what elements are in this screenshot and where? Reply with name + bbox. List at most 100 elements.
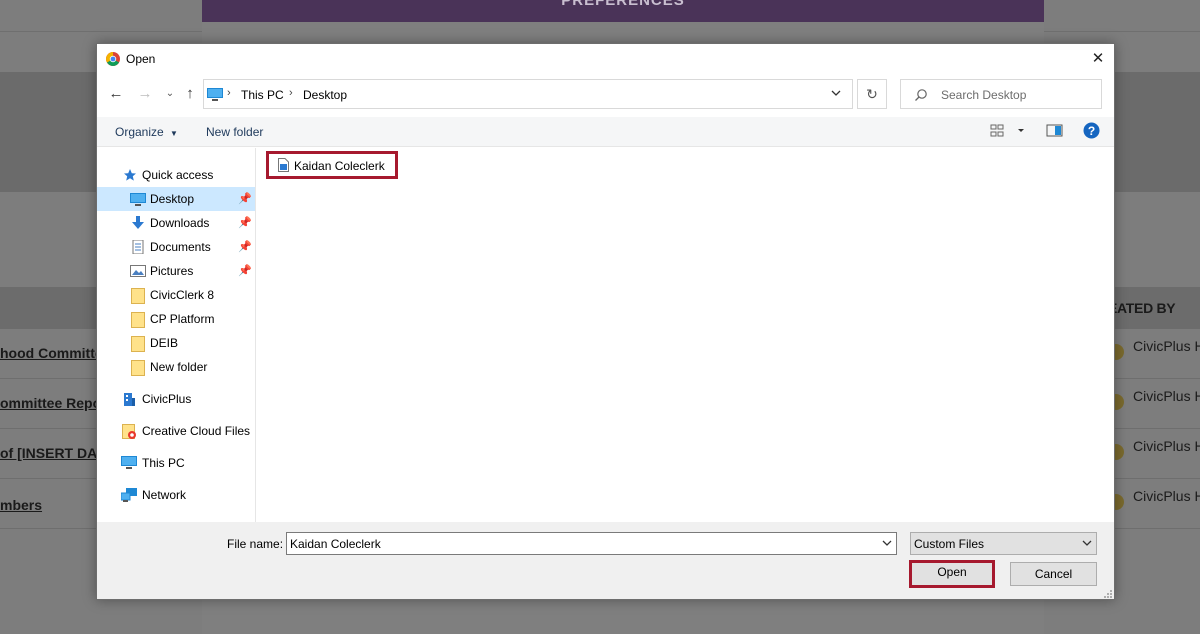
preview-pane-icon[interactable] (1046, 123, 1064, 142)
refresh-button[interactable]: ↻ (857, 79, 887, 109)
chevron-down-icon[interactable] (881, 537, 893, 549)
pin-icon: 📌 (238, 193, 252, 205)
file-name-value: Kaidan Coleclerk (290, 537, 381, 551)
chrome-icon (106, 52, 120, 66)
sidebar-item-network[interactable]: Network (97, 483, 255, 507)
sidebar-item-documents[interactable]: Documents 📌 (97, 235, 255, 259)
forward-button[interactable]: → (135, 84, 155, 104)
creative-cloud-icon (122, 424, 138, 439)
nav-label: CivicPlus (142, 392, 192, 406)
address-dropdown-icon[interactable] (830, 87, 844, 101)
help-icon[interactable]: ? (1083, 122, 1100, 142)
dialog-title: Open (126, 52, 156, 66)
pin-icon: 📌 (238, 241, 252, 253)
organize-button[interactable]: Organize ▼ (115, 125, 178, 139)
nav-label: Documents (150, 240, 211, 254)
navigation-bar: ← → ⌄ ↑ › This PC › Desktop ↻ Search Des… (97, 78, 1114, 110)
building-icon (123, 392, 139, 406)
file-list-pane: Kaidan Coleclerk (257, 148, 1114, 522)
sidebar-item-civicplus[interactable]: CivicPlus (97, 387, 255, 411)
this-pc-icon (121, 456, 137, 470)
bg-row-user: CivicPlus H (1133, 488, 1200, 504)
bg-row-user: CivicPlus H (1133, 388, 1200, 404)
star-icon (123, 168, 139, 182)
sidebar-item-civicclerk-8[interactable]: CivicClerk 8 (97, 283, 255, 307)
sidebar-item-cp-platform[interactable]: CP Platform (97, 307, 255, 331)
navigation-pane: Quick access Desktop 📌 Downloads 📌 Docum… (97, 148, 256, 522)
new-folder-button[interactable]: New folder (206, 125, 263, 139)
nav-label: New folder (150, 360, 208, 374)
sidebar-item-downloads[interactable]: Downloads 📌 (97, 211, 255, 235)
sidebar-item-pictures[interactable]: Pictures 📌 (97, 259, 255, 283)
refresh-icon: ↻ (866, 86, 878, 102)
network-icon (120, 488, 137, 502)
nav-label: Quick access (142, 168, 214, 182)
nav-label: Network (142, 488, 187, 502)
svg-text:?: ? (1088, 124, 1095, 138)
cancel-button[interactable]: Cancel (1010, 562, 1097, 586)
nav-label: Downloads (150, 216, 210, 230)
folder-icon (131, 312, 147, 328)
search-icon (914, 88, 928, 102)
breadcrumb-this-pc[interactable]: This PC (241, 88, 284, 102)
nav-label: DEIB (150, 336, 179, 350)
nav-label: This PC (142, 456, 185, 470)
close-icon: ✕ (1091, 50, 1105, 67)
file-type-value: Custom Files (914, 537, 985, 551)
pin-icon: 📌 (238, 265, 252, 277)
address-bar[interactable]: › This PC › Desktop (203, 79, 853, 109)
chevron-down-icon (1081, 537, 1093, 549)
search-placeholder: Search Desktop (941, 88, 1027, 102)
breadcrumb-desktop[interactable]: Desktop (303, 88, 347, 102)
sidebar-item-desktop[interactable]: Desktop 📌 (97, 187, 255, 211)
folder-icon (131, 360, 147, 376)
bg-row-user: CivicPlus H (1133, 438, 1200, 454)
breadcrumb-separator-icon: › (289, 87, 293, 99)
file-name-label: File name: (227, 537, 284, 551)
recent-locations-button[interactable]: ⌄ (160, 84, 180, 104)
sidebar-item-this-pc[interactable]: This PC (97, 451, 255, 475)
documents-icon (131, 239, 147, 255)
open-button[interactable]: Open (909, 560, 995, 588)
arrow-up-icon: ↑ (186, 85, 194, 102)
file-icon (278, 158, 289, 172)
nav-label: Pictures (150, 264, 194, 278)
nav-label: CP Platform (150, 312, 215, 326)
file-name-label: Kaidan Coleclerk (294, 159, 385, 173)
arrow-left-icon: ← (108, 85, 124, 102)
pictures-icon (130, 264, 146, 278)
bg-row-title: mbers (0, 497, 43, 513)
nav-quick-access[interactable]: Quick access (97, 163, 255, 187)
downloads-icon (130, 216, 146, 230)
bg-modal-title: PREFERENCES (561, 0, 685, 9)
file-type-select[interactable]: Custom Files (910, 532, 1097, 555)
resize-grip-icon[interactable] (1103, 588, 1113, 598)
caret-down-icon: ▼ (170, 129, 178, 138)
folder-icon (131, 336, 147, 352)
chevron-down-icon: ⌄ (165, 88, 175, 99)
desktop-icon (130, 192, 146, 206)
up-button[interactable]: ↑ (180, 84, 200, 104)
sidebar-item-creative-cloud[interactable]: Creative Cloud Files (97, 419, 255, 443)
folder-icon (131, 288, 147, 304)
bg-row-user: CivicPlus H (1133, 338, 1200, 354)
nav-label: CivicClerk 8 (150, 288, 215, 302)
pin-icon: 📌 (238, 217, 252, 229)
bg-row-title: of [INSERT DAT (0, 445, 105, 461)
search-input[interactable]: Search Desktop (900, 79, 1102, 109)
nav-label: Creative Cloud Files (142, 424, 251, 438)
dialog-footer: File name: Kaidan Coleclerk Custom Files… (97, 522, 1114, 599)
dialog-titlebar: Open ✕ (97, 44, 1114, 74)
bg-row-title: hood Committe (0, 345, 103, 361)
view-options-icon[interactable] (990, 123, 1028, 142)
close-button[interactable]: ✕ (1086, 48, 1110, 70)
this-pc-icon (207, 88, 223, 101)
sidebar-item-new-folder[interactable]: New folder (97, 355, 255, 379)
file-name-field[interactable]: Kaidan Coleclerk (286, 532, 897, 555)
sidebar-item-deib[interactable]: DEIB (97, 331, 255, 355)
back-button[interactable]: ← (106, 84, 126, 104)
nav-label: Desktop (150, 192, 195, 206)
list-item[interactable]: Kaidan Coleclerk (266, 151, 398, 179)
organize-label: Organize (115, 125, 164, 139)
breadcrumb-separator-icon: › (227, 87, 231, 99)
